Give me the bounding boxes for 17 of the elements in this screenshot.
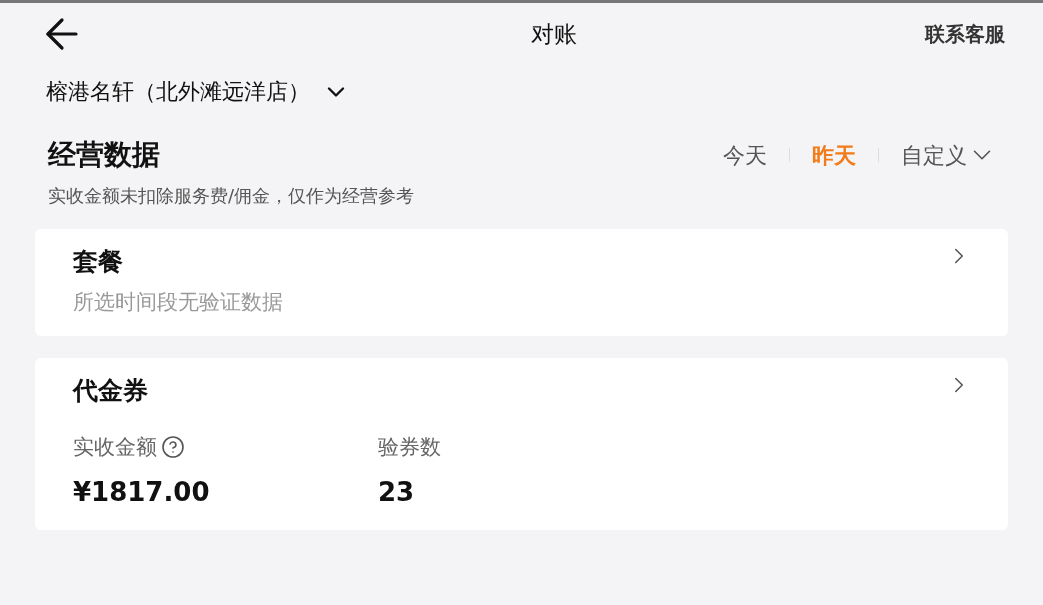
help-icon[interactable] [161,435,185,460]
store-selector[interactable]: 榕港名轩（北外滩远洋店） [46,75,350,108]
metric-value: 23 [378,476,415,509]
section-title: 经营数据 [48,137,160,173]
disclaimer-text: 实收金额未扣除服务费/佣金，仅作为经营参考 [48,184,415,208]
data-card[interactable]: 代金券 实收金额 ¥1817.00 验券数 23 [35,358,1008,530]
page-title: 对账 [530,19,577,49]
metric-label: 验券数 [378,433,441,461]
empty-message: 所选时间段无验证数据 [73,288,283,316]
customer-service-link[interactable]: 联系客服 [925,19,1005,49]
card-title: 套餐 [73,246,123,278]
period-tab[interactable]: 自定义 [901,138,997,172]
metric-label: 实收金额 [73,433,157,461]
period-tab[interactable]: 今天 [723,138,767,172]
metric-value: ¥1817.00 [73,476,210,509]
data-card[interactable]: 套餐 所选时间段无验证数据 [35,229,1008,336]
card-title: 代金券 [73,375,148,407]
